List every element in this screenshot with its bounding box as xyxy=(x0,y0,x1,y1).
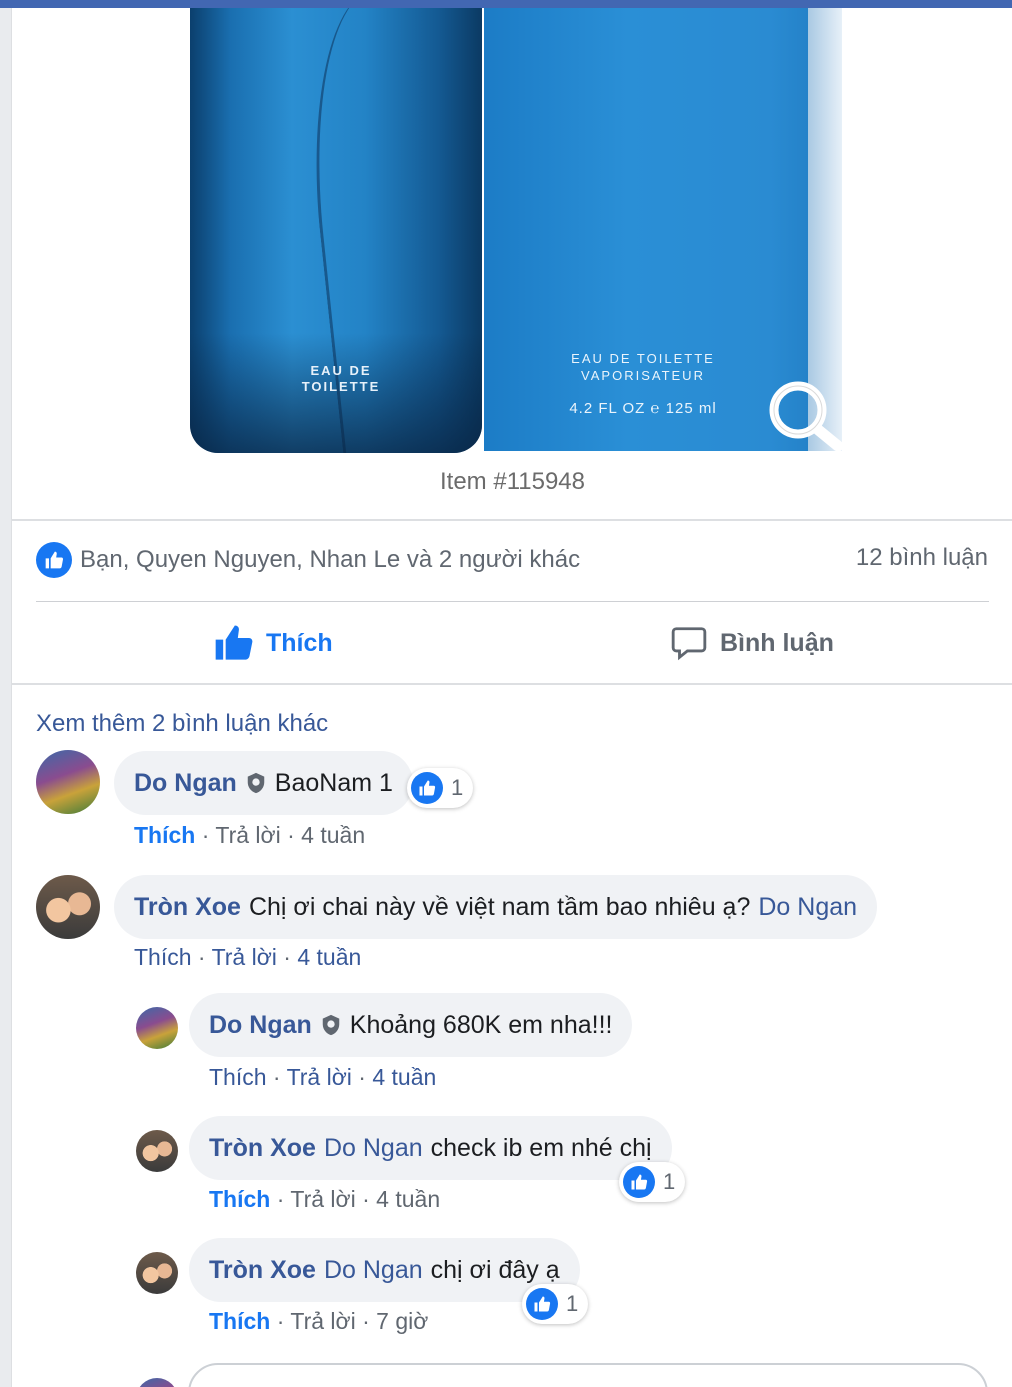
like-reaction-icon xyxy=(623,1166,655,1198)
comment-meta: Thích · Trả lời · 4 tuần xyxy=(134,944,362,970)
avatar[interactable] xyxy=(36,875,100,939)
item-number: Item #115948 xyxy=(440,468,585,495)
avatar[interactable] xyxy=(36,750,100,814)
mention-link[interactable]: Do Ngan xyxy=(324,1134,423,1163)
box-label: EAU DE TOILETTE VAPORISATEUR xyxy=(571,351,715,383)
like-reaction-icon xyxy=(526,1288,558,1320)
reply-meta: Thích · Trả lời · 4 tuần xyxy=(209,1064,437,1090)
reply-like-link[interactable]: Thích xyxy=(209,1064,267,1090)
comment-reply-link[interactable]: Trả lời xyxy=(215,822,280,848)
comment-author[interactable]: Tròn Xoe xyxy=(134,893,241,922)
comment-button[interactable]: Bình luận xyxy=(670,618,834,668)
comment-reply-link[interactable]: Trả lời xyxy=(212,944,277,970)
reaction-count: 1 xyxy=(663,1169,676,1194)
comment-button-label: Bình luận xyxy=(720,628,834,657)
reply-time[interactable]: 4 tuần xyxy=(372,1064,436,1090)
perfume-bottle: EAU DE TOILETTE xyxy=(190,8,482,453)
top-nav-bar xyxy=(0,0,1012,8)
box-volume: 4.2 FL OZ ℮ 125 ml xyxy=(569,400,717,417)
reply-like-link[interactable]: Thích xyxy=(209,1186,270,1212)
reply-bubble: Do Ngan Khoảng 680K em nha!!! xyxy=(189,993,633,1057)
reply-meta: Thích · Trả lời · 4 tuần xyxy=(209,1186,441,1212)
comment-text: BaoNam 1 xyxy=(274,768,393,797)
mention-link[interactable]: Do Ngan xyxy=(324,1256,423,1285)
comment-bubble: Do Ngan BaoNam 1 xyxy=(114,751,413,815)
divider xyxy=(12,683,1012,685)
reply-meta: Thích · Trả lời · 7 giờ xyxy=(209,1308,429,1334)
mention-link[interactable]: Do Ngan xyxy=(758,893,857,922)
reply-input[interactable] xyxy=(188,1363,988,1387)
reply-reply-link[interactable]: Trả lời xyxy=(287,1064,352,1090)
avatar xyxy=(136,1378,178,1387)
reply-author[interactable]: Tròn Xoe xyxy=(209,1256,316,1285)
comment-like-link[interactable]: Thích xyxy=(134,822,195,848)
reply-text: check ib em nhé chị xyxy=(430,1133,652,1162)
like-button-label: Thích xyxy=(266,628,333,657)
reply-reply-link[interactable]: Trả lời xyxy=(290,1308,355,1334)
zoom-icon[interactable] xyxy=(764,378,848,452)
reply-bubble: Tròn Xoe Do Ngan check ib em nhé chị xyxy=(189,1116,672,1180)
comment-count[interactable]: 12 bình luận xyxy=(856,544,988,572)
comment-time[interactable]: 4 tuần xyxy=(301,822,365,848)
divider xyxy=(36,601,989,602)
reply-time[interactable]: 7 giờ xyxy=(376,1308,428,1334)
reply-reply-link[interactable]: Trả lời xyxy=(290,1186,355,1212)
avatar[interactable] xyxy=(136,1252,178,1294)
reply-author[interactable]: Tròn Xoe xyxy=(209,1134,316,1163)
post-card: EAU DE TOILETTE EAU DE TOILETTE VAPORISA… xyxy=(11,8,1012,1387)
reply-author[interactable]: Do Ngan xyxy=(209,1011,312,1040)
reaction-count: 1 xyxy=(451,775,464,800)
like-reaction-icon xyxy=(411,772,443,804)
reaction-summary[interactable]: Bạn, Quyen Nguyen, Nhan Le và 2 người kh… xyxy=(36,542,580,578)
post-photo[interactable]: EAU DE TOILETTE EAU DE TOILETTE VAPORISA… xyxy=(12,8,1012,520)
comment-text: Chị ơi chai này về việt nam tầm bao nhiê… xyxy=(248,892,751,921)
view-more-comments-link[interactable]: Xem thêm 2 bình luận khác xyxy=(36,710,328,738)
reaction-count: 1 xyxy=(566,1291,579,1316)
like-reaction-icon xyxy=(36,542,72,578)
reaction-badge[interactable]: 1 xyxy=(407,768,474,808)
avatar[interactable] xyxy=(136,1007,178,1049)
shield-icon xyxy=(322,1014,340,1036)
comment-bubble: Tròn Xoe Chị ơi chai này về việt nam tầm… xyxy=(114,875,878,939)
avatar[interactable] xyxy=(136,1130,178,1172)
reply-text: chị ơi đây ạ xyxy=(430,1255,560,1284)
comment-bubble-icon xyxy=(671,627,707,661)
bottle-label: EAU DE TOILETTE xyxy=(301,363,381,394)
reply-like-link[interactable]: Thích xyxy=(209,1308,270,1334)
likers-text[interactable]: Bạn, Quyen Nguyen, Nhan Le và 2 người kh… xyxy=(80,546,580,574)
reply-bubble: Tròn Xoe Do Ngan chị ơi đây ạ xyxy=(189,1238,580,1302)
reply-text: Khoảng 680K em nha!!! xyxy=(349,1010,613,1039)
reply-time[interactable]: 4 tuần xyxy=(376,1186,440,1212)
reaction-badge[interactable]: 1 xyxy=(619,1162,686,1202)
comment-like-link[interactable]: Thích xyxy=(134,944,192,970)
shield-icon xyxy=(247,772,265,794)
post-actions: Thích Bình luận xyxy=(12,618,1012,668)
comment-meta: Thích · Trả lời · 4 tuần xyxy=(134,822,366,848)
thumbs-up-icon xyxy=(215,625,253,660)
divider xyxy=(12,519,1012,521)
reaction-badge[interactable]: 1 xyxy=(522,1284,589,1324)
comment-time[interactable]: 4 tuần xyxy=(297,944,361,970)
like-button[interactable]: Thích xyxy=(214,618,333,668)
comment-author[interactable]: Do Ngan xyxy=(134,769,237,798)
